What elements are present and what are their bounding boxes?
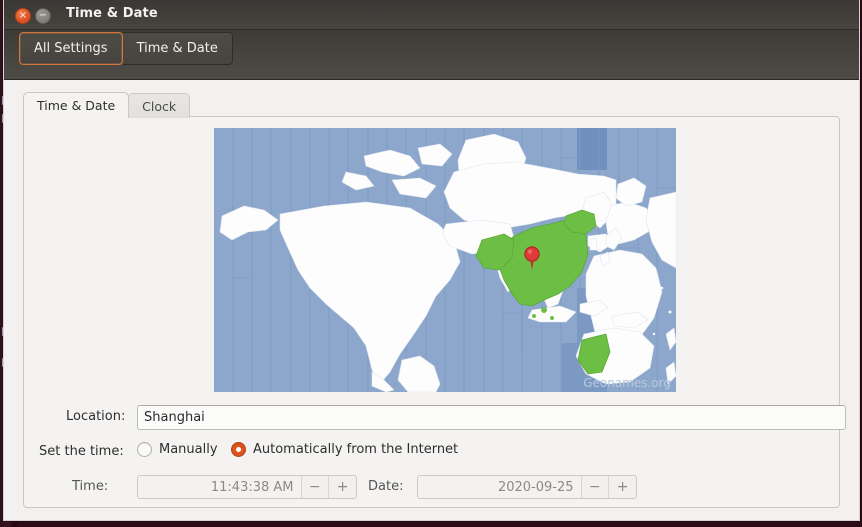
breadcrumb-time-and-date[interactable]: Time & Date — [122, 32, 233, 65]
time-spinner-minus-button[interactable]: − — [300, 476, 329, 498]
timezone-map-container: Geonames.org — [214, 128, 676, 392]
asia-map-graphic — [441, 161, 676, 385]
radio-manually-indicator[interactable] — [137, 442, 152, 457]
breadcrumb-all-settings[interactable]: All Settings — [19, 32, 123, 65]
radio-automatically-label: Automatically from the Internet — [253, 442, 459, 457]
date-spinner[interactable]: 2020-09-25 − + — [417, 475, 637, 499]
minimize-icon[interactable]: − — [35, 8, 51, 24]
time-spinner-plus-button[interactable]: + — [328, 476, 356, 498]
desktop-background: × − Time & Date All Settings Time & Date… — [0, 0, 862, 527]
set-time-label: Set the time: — [39, 444, 124, 459]
tab-panel-time-and-date: Geonames.org Location: Shanghai Set the … — [23, 116, 846, 508]
date-spinner-value[interactable]: 2020-09-25 — [418, 476, 581, 498]
time-label: Time: — [72, 479, 109, 494]
close-icon[interactable]: × — [15, 8, 31, 24]
breadcrumb: All Settings Time & Date — [19, 32, 233, 65]
set-time-row: Set the time: Manually Automatically fro… — [24, 442, 839, 464]
tab-clock[interactable]: Clock — [128, 93, 191, 118]
time-and-date-window: × − Time & Date All Settings Time & Date… — [3, 0, 860, 521]
notebook: Time & Date Clock Geonames.org Location:… — [12, 90, 851, 512]
window-title: Time & Date — [66, 6, 158, 21]
location-label: Location: — [66, 409, 126, 424]
radio-manually[interactable]: Manually — [137, 442, 218, 457]
date-label: Date: — [368, 479, 404, 494]
date-spinner-minus-button[interactable]: − — [580, 476, 609, 498]
tab-time-and-date[interactable]: Time & Date — [23, 92, 130, 118]
window-titlebar: × − Time & Date — [4, 0, 859, 30]
location-input[interactable]: Shanghai — [137, 405, 846, 430]
tab-strip: Time & Date Clock — [23, 92, 191, 118]
settings-content: Time & Date Clock Geonames.org Location:… — [4, 80, 859, 520]
time-date-row: Time: 11:43:38 AM − + Date: 2020-09-25 −… — [24, 475, 839, 501]
date-spinner-plus-button[interactable]: + — [608, 476, 636, 498]
time-spinner[interactable]: 11:43:38 AM − + — [137, 475, 357, 499]
radio-automatically[interactable]: Automatically from the Internet — [231, 442, 458, 457]
radio-automatically-indicator[interactable] — [231, 442, 246, 457]
location-row: Location: Shanghai — [24, 405, 846, 431]
time-spinner-value[interactable]: 11:43:38 AM — [138, 476, 301, 498]
settings-toolbar: All Settings Time & Date — [4, 30, 859, 80]
location-input-value: Shanghai — [144, 410, 205, 425]
timezone-map[interactable]: Geonames.org — [214, 128, 676, 392]
radio-manually-label: Manually — [159, 442, 218, 457]
